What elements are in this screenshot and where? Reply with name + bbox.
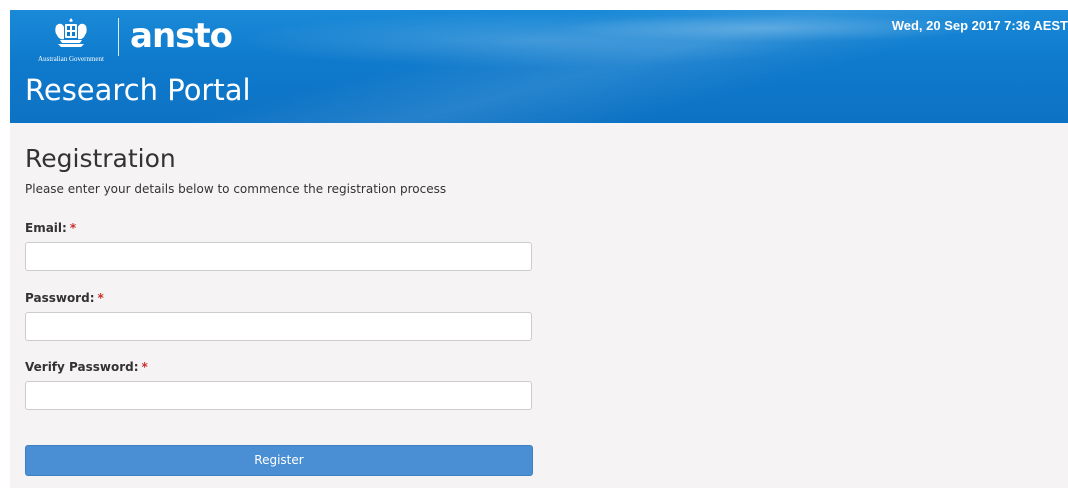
intro-text: Please enter your details below to comme…: [25, 182, 447, 196]
ansto-logo: ansto: [130, 16, 233, 56]
verify-password-label: Verify Password: *: [25, 360, 148, 374]
email-label: Email: *: [25, 221, 76, 235]
government-text: Australian Government: [38, 55, 104, 63]
register-button[interactable]: Register: [25, 445, 533, 476]
password-label: Password: *: [25, 291, 104, 305]
required-marker: *: [97, 291, 104, 305]
verify-password-field[interactable]: [25, 381, 532, 410]
registration-panel: Registration Please enter your details b…: [10, 123, 1068, 488]
logo-divider: [118, 18, 119, 56]
required-marker: *: [141, 360, 148, 374]
verify-password-label-text: Verify Password:: [25, 360, 139, 374]
coat-of-arms-icon: [55, 18, 87, 47]
current-datetime: Wed, 20 Sep 2017 7:36 AEST: [891, 18, 1068, 33]
required-marker: *: [69, 221, 77, 235]
password-label-text: Password:: [25, 291, 95, 305]
site-header: Australian Government ansto Research Por…: [10, 10, 1068, 123]
email-field[interactable]: [25, 242, 532, 271]
page-title: Registration: [25, 144, 176, 173]
portal-title: Research Portal: [25, 73, 251, 107]
password-field[interactable]: [25, 312, 532, 341]
email-label-text: Email:: [25, 221, 67, 235]
government-logo: Australian Government: [26, 16, 116, 63]
